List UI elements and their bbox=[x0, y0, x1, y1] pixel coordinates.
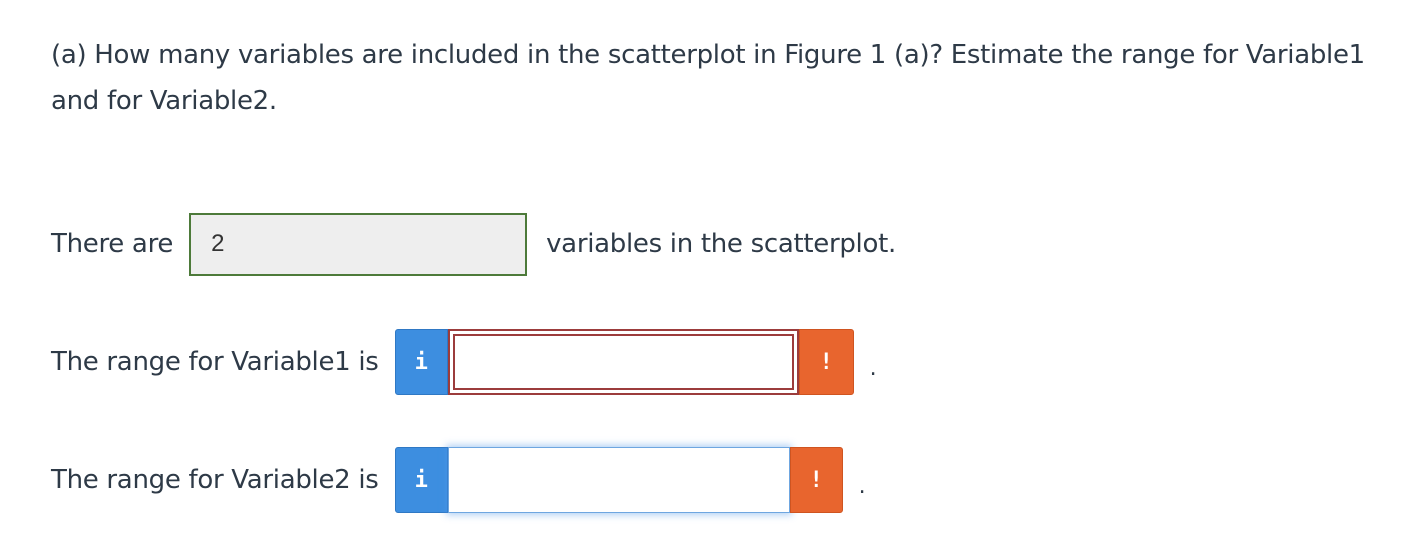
variable1-info-button[interactable]: i bbox=[394, 329, 448, 395]
variable-count-prefix: There are bbox=[51, 229, 174, 259]
variable2-range-row: The range for Variable2 is i ! . bbox=[51, 447, 866, 513]
variable2-info-button[interactable]: i bbox=[394, 447, 448, 513]
variable-count-value: 2 bbox=[211, 230, 225, 257]
info-icon: i bbox=[414, 467, 428, 493]
info-icon: i bbox=[414, 349, 428, 375]
variable2-range-input[interactable] bbox=[447, 447, 790, 513]
warning-icon: ! bbox=[819, 349, 833, 375]
variable-count-answer[interactable]: 2 bbox=[189, 212, 528, 276]
variable-count-suffix: variables in the scatterplot. bbox=[546, 229, 896, 259]
variable1-range-row: The range for Variable1 is i ! . bbox=[51, 329, 877, 395]
warning-icon: ! bbox=[809, 467, 823, 493]
question-text: (a) How many variables are included in t… bbox=[51, 40, 1365, 116]
variable2-warning-button[interactable]: ! bbox=[789, 447, 843, 513]
variable1-period: . bbox=[869, 355, 877, 381]
variable2-range-label: The range for Variable2 is bbox=[51, 465, 379, 495]
variable-count-row: There are 2 variables in the scatterplot… bbox=[51, 211, 896, 277]
variable1-range-input[interactable] bbox=[447, 329, 799, 395]
variable1-range-label: The range for Variable1 is bbox=[51, 347, 379, 377]
variable1-range-input-field[interactable] bbox=[452, 334, 794, 390]
variable2-period: . bbox=[858, 473, 866, 499]
variable1-warning-button[interactable]: ! bbox=[798, 329, 854, 395]
